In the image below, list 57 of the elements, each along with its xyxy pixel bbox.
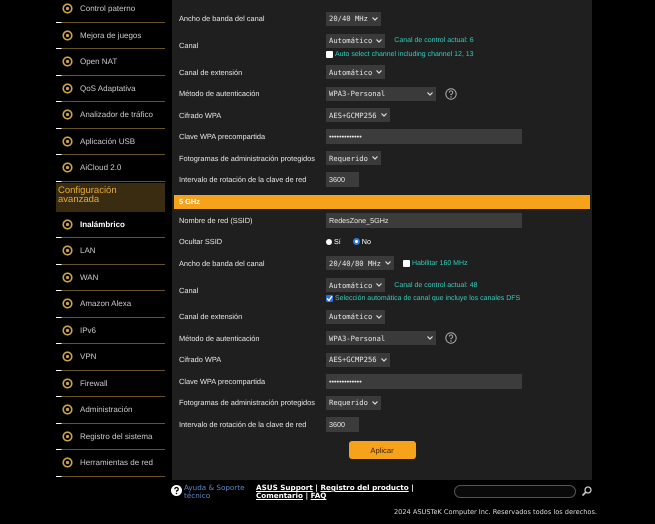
chevron-icon	[384, 261, 391, 266]
ring-icon	[62, 378, 73, 389]
radio-button[interactable]	[352, 238, 360, 246]
help-icon	[171, 485, 182, 496]
sidebar-item[interactable]: Herramientas de red	[56, 450, 165, 476]
help-icon[interactable]	[445, 88, 457, 100]
sidebar-item[interactable]: Analizador de tráfico	[56, 102, 165, 128]
ring-icon	[62, 351, 73, 362]
chevron-icon	[376, 314, 382, 319]
sidebar-item[interactable]: IPv6	[56, 318, 165, 344]
ring-icon	[62, 56, 73, 68]
ring-icon	[62, 298, 73, 310]
sidebar-item[interactable]: Control paterno	[56, 0, 165, 22]
checkbox[interactable]	[326, 295, 333, 302]
checkbox[interactable]	[402, 260, 410, 267]
chevron-icon	[372, 16, 378, 21]
help-icon[interactable]	[445, 332, 457, 344]
sidebar-item[interactable]: Open NAT	[56, 49, 165, 76]
section-title: Configuración avanzada	[56, 182, 165, 212]
ring-icon	[62, 218, 73, 230]
chevron-icon	[380, 113, 387, 118]
checkbox[interactable]	[326, 50, 333, 58]
sidebar-item[interactable]: WAN	[56, 264, 165, 291]
ring-icon	[62, 82, 73, 94]
chevron-icon	[372, 400, 378, 405]
ring-icon	[62, 109, 73, 120]
sidebar-item[interactable]: Administración	[56, 397, 165, 424]
sidebar-item[interactable]: AiCloud 2.0	[56, 155, 165, 182]
sidebar-item[interactable]: Firewall	[56, 370, 165, 397]
ring-icon	[62, 272, 73, 283]
search-icon[interactable]	[581, 485, 593, 497]
ring-icon	[62, 404, 73, 416]
chevron-icon	[372, 156, 378, 160]
sidebar-item[interactable]: VPN	[56, 344, 165, 370]
chevron-icon	[427, 336, 433, 340]
sidebar-item[interactable]: Amazon Alexa	[56, 291, 165, 318]
chevron-icon	[376, 38, 382, 42]
chevron-icon	[427, 92, 433, 96]
ring-icon	[62, 30, 73, 41]
chevron-icon	[376, 283, 382, 287]
ring-icon	[62, 162, 73, 174]
ring-icon	[62, 324, 73, 336]
sidebar-item[interactable]: Inalámbrico	[56, 212, 165, 238]
search-field[interactable]	[454, 485, 576, 498]
sidebar-item[interactable]: Aplicación USB	[56, 128, 165, 155]
chevron-icon	[376, 70, 382, 74]
radio-button[interactable]	[326, 238, 332, 245]
sidebar-item[interactable]: QoS Adaptativa	[56, 76, 165, 102]
ring-icon	[62, 430, 73, 442]
sidebar-item[interactable]: LAN	[56, 238, 165, 264]
chevron-icon	[380, 358, 387, 362]
ring-icon	[62, 3, 73, 14]
sidebar-item[interactable]: Mejora de juegos	[56, 22, 165, 49]
ring-icon	[62, 245, 73, 256]
sidebar-item[interactable]: Registro del sistema	[56, 424, 165, 450]
ring-icon	[62, 136, 73, 147]
ring-icon	[62, 457, 73, 468]
